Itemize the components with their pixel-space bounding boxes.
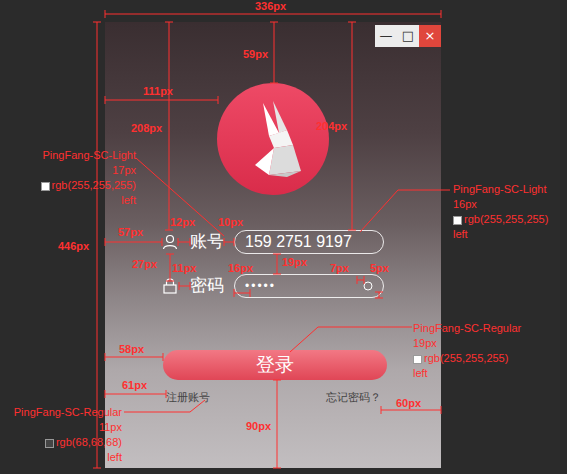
register-link[interactable]: 注册账号 [166, 390, 210, 405]
spec-color: rgb(68,68,68) [0, 435, 122, 450]
dimension-label: 57px [118, 226, 143, 239]
spec-font: PingFang-SC-Light [453, 182, 563, 197]
dimension-label: 5px [370, 262, 389, 275]
dimension-label: 7px [330, 262, 349, 275]
spec-font: PingFang-SC-Regular [413, 321, 563, 336]
dimension-label: 90px [246, 420, 271, 433]
dimension-line [357, 276, 364, 284]
color-swatch [413, 355, 422, 364]
dimension-label: 60px [396, 397, 421, 410]
rabbit-logo-icon [217, 83, 329, 195]
dimension-label: 27px [132, 258, 157, 271]
spec-size: 11px [0, 420, 122, 435]
user-icon [162, 234, 178, 250]
dimension-line [224, 238, 234, 246]
font-spec: PingFang-SC-Regular 19px rgb(255,255,255… [413, 321, 563, 381]
links-row: 注册账号 忘记密码？ [105, 390, 441, 405]
dimension-line [179, 282, 190, 290]
dimension-label: 19px [282, 256, 307, 269]
spec-leader-line [290, 327, 412, 352]
title-bar: —□× [105, 22, 441, 48]
password-value: ••••• [245, 276, 276, 296]
dimension-label: 208px [131, 122, 162, 135]
spec-leader-line [124, 400, 205, 412]
close-button[interactable]: × [419, 25, 441, 47]
account-label: 账号 [190, 232, 224, 252]
logo-area [105, 83, 441, 195]
spec-font: PingFang-SC-Regular [0, 405, 122, 420]
dimension-label: 61px [122, 379, 147, 392]
lock-icon [162, 278, 178, 294]
reveal-icon[interactable] [363, 281, 373, 291]
dimension-label: 11px [172, 262, 196, 275]
password-row: 密码 ••••• [105, 274, 441, 298]
maximize-button[interactable]: □ [397, 25, 419, 47]
design-spec-canvas: —□× 账号 159 2751 9197 密码 ••••• 登录 注册账号 忘记密… [0, 0, 567, 474]
dimension-label: 59px [243, 48, 268, 61]
dimension-label: 336px [255, 0, 286, 13]
spec-leader-line [360, 190, 450, 232]
dimension-label: 16px [228, 262, 253, 275]
measurement-lines [0, 0, 567, 474]
dimension-line [270, 22, 278, 83]
dimension-label: 10px [218, 216, 243, 229]
spec-size: 16px [453, 197, 563, 212]
dimension-line [375, 292, 383, 298]
dimension-line [165, 22, 173, 230]
font-spec: PingFang-SC-Regular 11px rgb(68,68,68) l… [0, 405, 122, 465]
font-spec: PingFang-SC-Light 17px rgb(255,255,255) … [18, 148, 136, 208]
account-row: 账号 159 2751 9197 [105, 230, 441, 254]
account-input[interactable]: 159 2751 9197 [234, 230, 384, 254]
dimension-line [105, 390, 166, 398]
password-input[interactable]: ••••• [234, 274, 384, 298]
password-label: 密码 [190, 276, 224, 296]
spec-align: left [0, 450, 122, 465]
spec-size: 19px [413, 336, 563, 351]
dimension-label: 58px [119, 343, 144, 356]
dimension-label: 204px [316, 120, 347, 133]
dimension-label: 12px [170, 216, 195, 229]
account-value: 159 2751 9197 [245, 232, 352, 252]
dimension-line [273, 380, 281, 468]
spec-color: rgb(255,255,255) [453, 212, 563, 227]
dimension-line [348, 22, 356, 230]
minimize-button[interactable]: — [375, 25, 397, 47]
spec-color: rgb(255,255,255) [413, 351, 563, 366]
dimension-line [234, 289, 250, 297]
forgot-password-link[interactable]: 忘记密码？ [326, 390, 381, 405]
dimension-line [178, 238, 190, 246]
color-swatch [41, 182, 50, 191]
dimension-line [93, 22, 101, 468]
font-spec: PingFang-SC-Light 16px rgb(255,255,255) … [453, 182, 563, 242]
dimension-line [105, 238, 162, 246]
spec-align: left [453, 227, 563, 242]
spec-size: 17px [18, 163, 136, 178]
dimension-line [105, 96, 218, 104]
spec-leader-line [136, 158, 224, 236]
color-swatch [453, 216, 462, 225]
dimension-label: 111px [143, 85, 173, 98]
color-swatch [45, 439, 54, 448]
spec-align: left [413, 366, 563, 381]
dimension-line [273, 254, 281, 274]
spec-align: left [18, 193, 136, 208]
login-button[interactable]: 登录 [163, 350, 387, 380]
spec-color: rgb(255,255,255) [18, 178, 136, 193]
spec-font: PingFang-SC-Light [18, 148, 136, 163]
dimension-label: 446px [58, 240, 89, 253]
